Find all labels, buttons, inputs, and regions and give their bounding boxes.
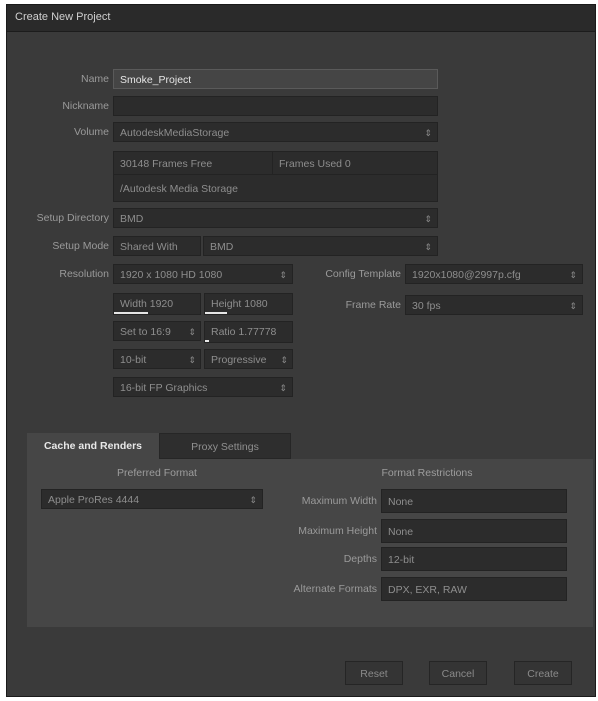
setup-mode-target-dropdown[interactable]: BMD [203,236,438,256]
nickname-label: Nickname [62,100,109,112]
create-project-dialog: Create New Project Name Smoke_Project Ni… [6,4,596,697]
volume-label: Volume [73,126,109,138]
tab-cache-and-renders[interactable]: Cache and Renders [27,433,159,459]
height-slider-bar [205,312,227,314]
maximum-width-label: Maximum Width [301,495,377,507]
preferred-format-dropdown[interactable]: Apple ProRes 4444 [41,489,263,509]
resolution-dropdown[interactable]: 1920 x 1080 HD 1080 [113,264,293,284]
config-template-label: Config Template [325,268,401,280]
bit-depth-dropdown[interactable]: 10-bit ⇕ [113,349,201,369]
preferred-format-heading: Preferred Format [117,467,197,479]
alternate-formats-field: DPX, EXR, RAW [381,577,567,601]
depths-label: Depths [343,553,377,565]
window-title: Create New Project [15,11,111,23]
width-field[interactable]: Width 1920 [113,293,201,315]
volume-dropdown[interactable]: AutodeskMediaStorage [113,122,438,142]
setup-directory-dropdown[interactable]: BMD [113,208,438,228]
format-restrictions-heading: Format Restrictions [381,467,473,479]
updown-arrows-icon: ⇕ [188,355,196,365]
frames-free-readout: 30148 Frames Free [113,151,273,175]
cancel-button[interactable]: Cancel [429,661,487,685]
bit-depth-value: 10-bit [120,354,147,366]
scan-mode-value: Progressive [211,354,267,366]
ratio-value: Ratio 1.77778 [211,326,277,338]
setup-mode-label: Setup Mode [52,240,109,252]
maximum-width-field: None [381,489,567,513]
ratio-field[interactable]: Ratio 1.77778 [204,321,293,343]
aspect-preset-dropdown[interactable]: Set to 16:9 ⇕ [113,321,201,341]
maximum-height-label: Maximum Height [298,525,377,537]
updown-arrows-icon: ⇕ [280,355,288,365]
name-field[interactable]: Smoke_Project [113,69,438,89]
width-value: Width 1920 [120,298,174,310]
depths-field: 12-bit [381,547,567,571]
scan-mode-dropdown[interactable]: Progressive ⇕ [204,349,293,369]
ratio-slider-bar [205,340,209,342]
maximum-height-field: None [381,519,567,543]
frames-used-readout: Frames Used 0 [272,151,438,175]
setup-mode-field[interactable]: Shared With [113,236,201,256]
setup-directory-label: Setup Directory [36,212,109,224]
frame-rate-dropdown[interactable]: 30 fps [405,295,583,315]
resolution-label: Resolution [59,268,109,280]
height-field[interactable]: Height 1080 [204,293,293,315]
aspect-preset-value: Set to 16:9 [120,326,171,338]
create-button[interactable]: Create [514,661,572,685]
graphics-dropdown[interactable]: 16-bit FP Graphics [113,377,293,397]
title-bar: Create New Project [7,5,595,32]
reset-button[interactable]: Reset [345,661,403,685]
nickname-field[interactable] [113,96,438,116]
name-label: Name [80,73,109,85]
alternate-formats-label: Alternate Formats [293,583,377,595]
config-template-dropdown[interactable]: 1920x1080@2997p.cfg [405,264,583,284]
updown-arrows-icon: ⇕ [188,327,196,337]
width-slider-bar [114,312,148,314]
cache-panel: Preferred Format Apple ProRes 4444 Forma… [27,459,593,627]
tab-proxy-settings[interactable]: Proxy Settings [159,433,291,459]
height-value: Height 1080 [211,298,268,310]
storage-path-readout: /Autodesk Media Storage [113,174,438,202]
frame-rate-label: Frame Rate [345,299,401,311]
